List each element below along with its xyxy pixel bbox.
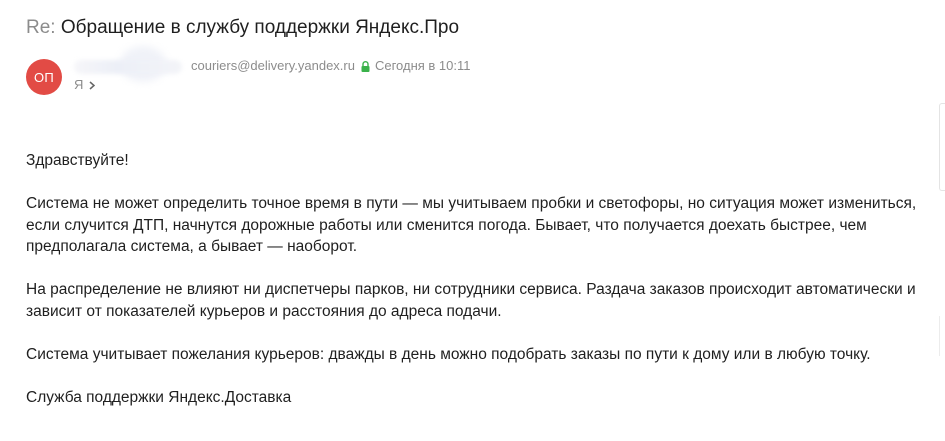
sender-meta: couriers@delivery.yandex.ru Сегодня в 10… [191, 58, 471, 74]
email-paragraph: Система учитывает пожелания курьеров: дв… [26, 345, 871, 363]
recipient-label: Я [74, 77, 84, 92]
email-date: Сегодня в 10:11 [374, 58, 471, 73]
sender-email[interactable]: couriers@delivery.yandex.ru [191, 58, 355, 74]
chevron-right-icon[interactable] [89, 80, 96, 90]
sender-avatar[interactable]: ОП [26, 59, 62, 95]
email-paragraph: Система не может определить точное время… [26, 195, 917, 255]
lock-icon [361, 60, 370, 72]
side-panel-edge-lower [939, 316, 945, 356]
side-panel-edge [939, 103, 945, 191]
email-greeting: Здравствуйте! [26, 152, 129, 169]
avatar-initials: ОП [33, 69, 55, 85]
email-signature: Служба поддержки Яндекс.Доставка [26, 388, 292, 406]
recipient-line[interactable]: Я [74, 77, 96, 93]
subject-title: Обращение в службу поддержки Яндекс.Про [60, 17, 460, 38]
email-subject: Re: Обращение в службу поддержки Яндекс.… [26, 16, 459, 40]
sender-name-redacted[interactable] [74, 60, 182, 74]
subject-prefix: Re: [26, 17, 56, 38]
email-body: Здравствуйте! Система не может определит… [26, 150, 926, 430]
email-paragraph: На распределение не влияют ни диспетчеры… [26, 281, 916, 320]
